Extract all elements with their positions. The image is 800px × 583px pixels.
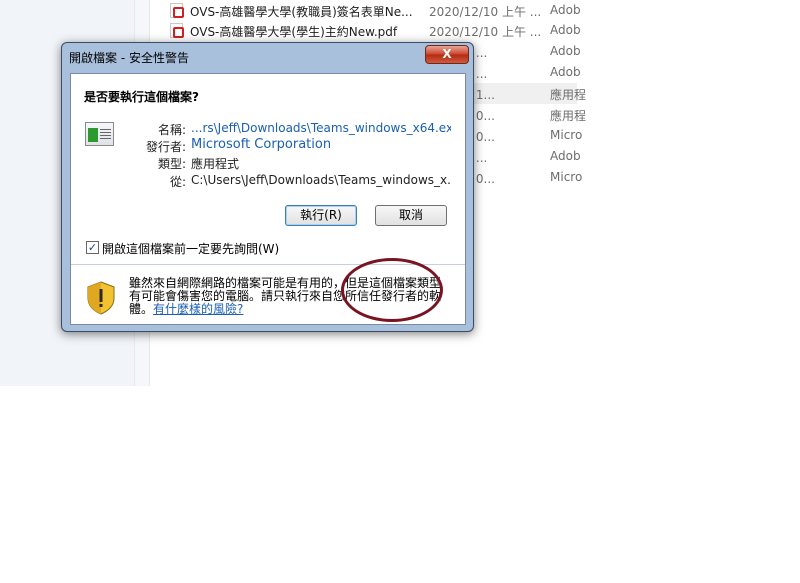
file-type: Adob [550, 149, 581, 163]
close-button[interactable]: X [425, 45, 469, 64]
ask-before-open-label[interactable]: 開啟這個檔案前一定要先詢問(W) [102, 240, 279, 257]
dialog-titlebar[interactable]: 開啟檔案 - 安全性警告 X [62, 43, 473, 71]
pdf-file-icon [170, 3, 184, 18]
dialog-question: 是否要執行這個檔案? [84, 90, 199, 104]
file-name-value[interactable]: ...rs\Jeff\Downloads\Teams_windows_x64.e… [191, 121, 451, 135]
name-label: 名稱: [157, 123, 186, 137]
file-row[interactable]: OVS-高雄醫學大學(教職員)簽名表單Ne... 2020/12/10 上午 .… [150, 0, 581, 21]
file-type: Micro [550, 170, 583, 184]
pdf-file-icon [170, 23, 184, 38]
file-type: Micro [550, 128, 583, 142]
publisher-link[interactable]: Microsoft Corporation [191, 137, 451, 152]
file-date: 2020/12/10 上午 ... [429, 5, 542, 19]
ask-before-open-checkbox[interactable]: ✓ [86, 241, 99, 254]
file-name: OVS-高雄醫學大學(教職員)簽名表單Ne... [190, 5, 413, 19]
risk-info-link[interactable]: 有什麼樣的風險? [153, 302, 243, 316]
file-date: 2020/12/10 上午 ... [429, 25, 542, 39]
highlight-circle-annotation [341, 258, 443, 322]
type-label: 類型: [157, 157, 186, 171]
run-button[interactable]: 執行(R) [285, 205, 357, 226]
security-warning-dialog: 開啟檔案 - 安全性警告 X 是否要執行這個檔案? 名稱: ...rs\Jeff… [61, 42, 474, 332]
dialog-title: 開啟檔案 - 安全性警告 [69, 51, 189, 65]
from-label: 從: [169, 175, 186, 189]
shield-warning-icon [87, 281, 115, 315]
from-value: C:\Users\Jeff\Downloads\Teams_windows_x.… [191, 173, 451, 187]
file-row[interactable]: OVS-高雄醫學大學(學生)主約New.pdf 2020/12/10 上午 ..… [150, 20, 581, 41]
file-name: OVS-高雄醫學大學(學生)主約New.pdf [190, 25, 398, 39]
cancel-button[interactable]: 取消 [375, 205, 447, 226]
file-type: Adob [550, 3, 581, 17]
publisher-label: 發行者: [145, 140, 186, 154]
file-type: Adob [550, 23, 581, 37]
file-type: Adob [550, 65, 581, 79]
type-value: 應用程式 [191, 157, 240, 171]
dialog-body: 是否要執行這個檔案? 名稱: ...rs\Jeff\Downloads\Team… [70, 73, 466, 325]
file-type: 應用程 [550, 109, 587, 123]
file-type: Adob [550, 44, 581, 58]
file-type: 應用程 [550, 88, 587, 102]
